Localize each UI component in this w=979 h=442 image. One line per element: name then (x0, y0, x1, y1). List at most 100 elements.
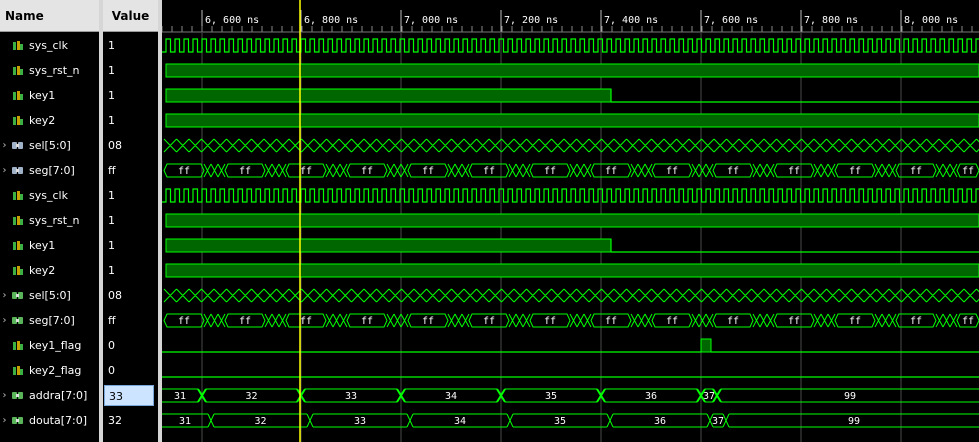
signal-row[interactable]: › sel[5:0] 08 (0, 133, 158, 158)
high-level-waveform (165, 63, 979, 78)
bus-segment (630, 163, 653, 178)
expand-chevron-icon[interactable]: › (0, 158, 9, 183)
signal-bit-icon (13, 191, 23, 200)
signal-row[interactable]: key1 1 (0, 233, 158, 258)
bus-value-label: ff (788, 316, 800, 327)
signal-row[interactable]: key2_flag 0 (0, 358, 158, 383)
signal-name: sel[5:0] (29, 139, 71, 152)
signal-row[interactable]: sys_clk 1 (0, 33, 158, 58)
bus-segment (386, 313, 409, 328)
bus-value-label: 34 (445, 391, 457, 402)
time-tick-label: 7, 600 ns (704, 15, 758, 26)
signal-value: 08 (108, 289, 122, 302)
bus-segment (569, 313, 592, 328)
signal-bus-icon (12, 167, 23, 174)
time-tick-label: 7, 000 ns (404, 15, 458, 26)
bus-value-label: ff (962, 316, 974, 327)
signal-name: douta[7:0] (29, 414, 88, 427)
bus-value-label: ff (605, 166, 617, 177)
signal-bit-icon (13, 366, 23, 375)
signal-name: sys_rst_n (29, 214, 80, 227)
signal-row[interactable]: sys_rst_n 1 (0, 208, 158, 233)
bus-segment (691, 163, 714, 178)
bus-waveform (163, 288, 979, 303)
bus-value-label: 32 (245, 391, 257, 402)
signal-bit-icon (13, 116, 23, 125)
bus-value-label: ff (361, 166, 373, 177)
expand-chevron-icon[interactable]: › (0, 308, 9, 333)
signal-row[interactable]: key1 1 (0, 83, 158, 108)
bus-segment (935, 313, 958, 328)
signal-bus-icon (12, 292, 23, 299)
waveform-area[interactable]: 6, 600 ns 6, 800 ns 7, 000 ns 7, 200 ns 7, 4… (162, 0, 979, 442)
bus-value-label: ff (605, 316, 617, 327)
bus-value-label: ff (910, 316, 922, 327)
bus-value-label: 33 (354, 416, 366, 427)
bus-segment (325, 313, 348, 328)
signal-bus-icon (12, 317, 23, 324)
bus-value-label: ff (239, 316, 251, 327)
signal-bus-icon (12, 142, 23, 149)
bus-segment (874, 163, 897, 178)
bus-waveform (163, 138, 979, 153)
bus-value-label: ff (422, 316, 434, 327)
expand-chevron-icon[interactable]: › (0, 283, 9, 308)
signal-row[interactable]: › sel[5:0] 08 (0, 283, 158, 308)
signal-value: ff (108, 164, 116, 177)
bus-segment (386, 163, 409, 178)
signal-row[interactable]: › seg[7:0] ff (0, 158, 158, 183)
signal-name: sys_clk (29, 39, 68, 52)
high-level-waveform (165, 113, 979, 128)
bus-value-label: ff (361, 316, 373, 327)
time-tick-label: 7, 200 ns (504, 15, 558, 26)
signal-row[interactable]: sys_clk 1 (0, 183, 158, 208)
signal-row[interactable]: sys_rst_n 1 (0, 58, 158, 83)
value-column-header[interactable]: Value (103, 0, 158, 32)
signal-name: sys_rst_n (29, 64, 80, 77)
high-level-waveform (165, 263, 979, 278)
bus-value-label: ff (666, 166, 678, 177)
expand-chevron-icon[interactable]: › (0, 408, 9, 433)
bus-segment (752, 313, 775, 328)
name-column-header[interactable]: Name (0, 0, 99, 32)
signal-row[interactable]: key2 1 (0, 258, 158, 283)
bus-value-label: ff (483, 166, 495, 177)
clock-waveform (162, 188, 979, 203)
signal-name: key2 (29, 264, 56, 277)
signal-value: 0 (108, 339, 115, 352)
bus-value-label: 37 (712, 416, 724, 427)
signal-bit-icon (13, 91, 23, 100)
expand-chevron-icon[interactable]: › (0, 383, 9, 408)
bus-value-label: 35 (545, 391, 557, 402)
signal-name: seg[7:0] (29, 314, 75, 327)
bus-value-label: ff (788, 166, 800, 177)
bus-value-label: ff (300, 316, 312, 327)
bus-value-label: ff (422, 166, 434, 177)
signal-value: 1 (108, 39, 115, 52)
signal-bus-icon (12, 417, 23, 424)
signal-row[interactable]: key1_flag 0 (0, 333, 158, 358)
bus-segment (630, 313, 653, 328)
bus-segment (691, 313, 714, 328)
signal-value: ff (108, 314, 116, 327)
expand-chevron-icon[interactable]: › (0, 133, 9, 158)
signal-row[interactable]: › seg[7:0] ff (0, 308, 158, 333)
bus-value-label: ff (727, 166, 739, 177)
signal-value: 1 (108, 64, 115, 77)
signal-row[interactable]: › addra[7:0] 33 (0, 383, 158, 408)
pulse-waveform (700, 338, 712, 353)
time-tick-label: 8, 000 ns (904, 15, 958, 26)
bus-segment (508, 313, 531, 328)
signal-row[interactable]: › douta[7:0] 32 (0, 408, 158, 433)
signal-row[interactable]: key2 1 (0, 108, 158, 133)
signal-value: 0 (108, 364, 115, 377)
bus-value-label: 32 (254, 416, 266, 427)
time-tick-label: 6, 800 ns (304, 15, 358, 26)
signal-bit-icon (13, 241, 23, 250)
clock-waveform (162, 38, 979, 53)
bus-value-label: ff (849, 316, 861, 327)
time-tick-label: 7, 800 ns (804, 15, 858, 26)
bus-segment (752, 163, 775, 178)
signal-bit-icon (13, 41, 23, 50)
signal-bit-icon (13, 266, 23, 275)
